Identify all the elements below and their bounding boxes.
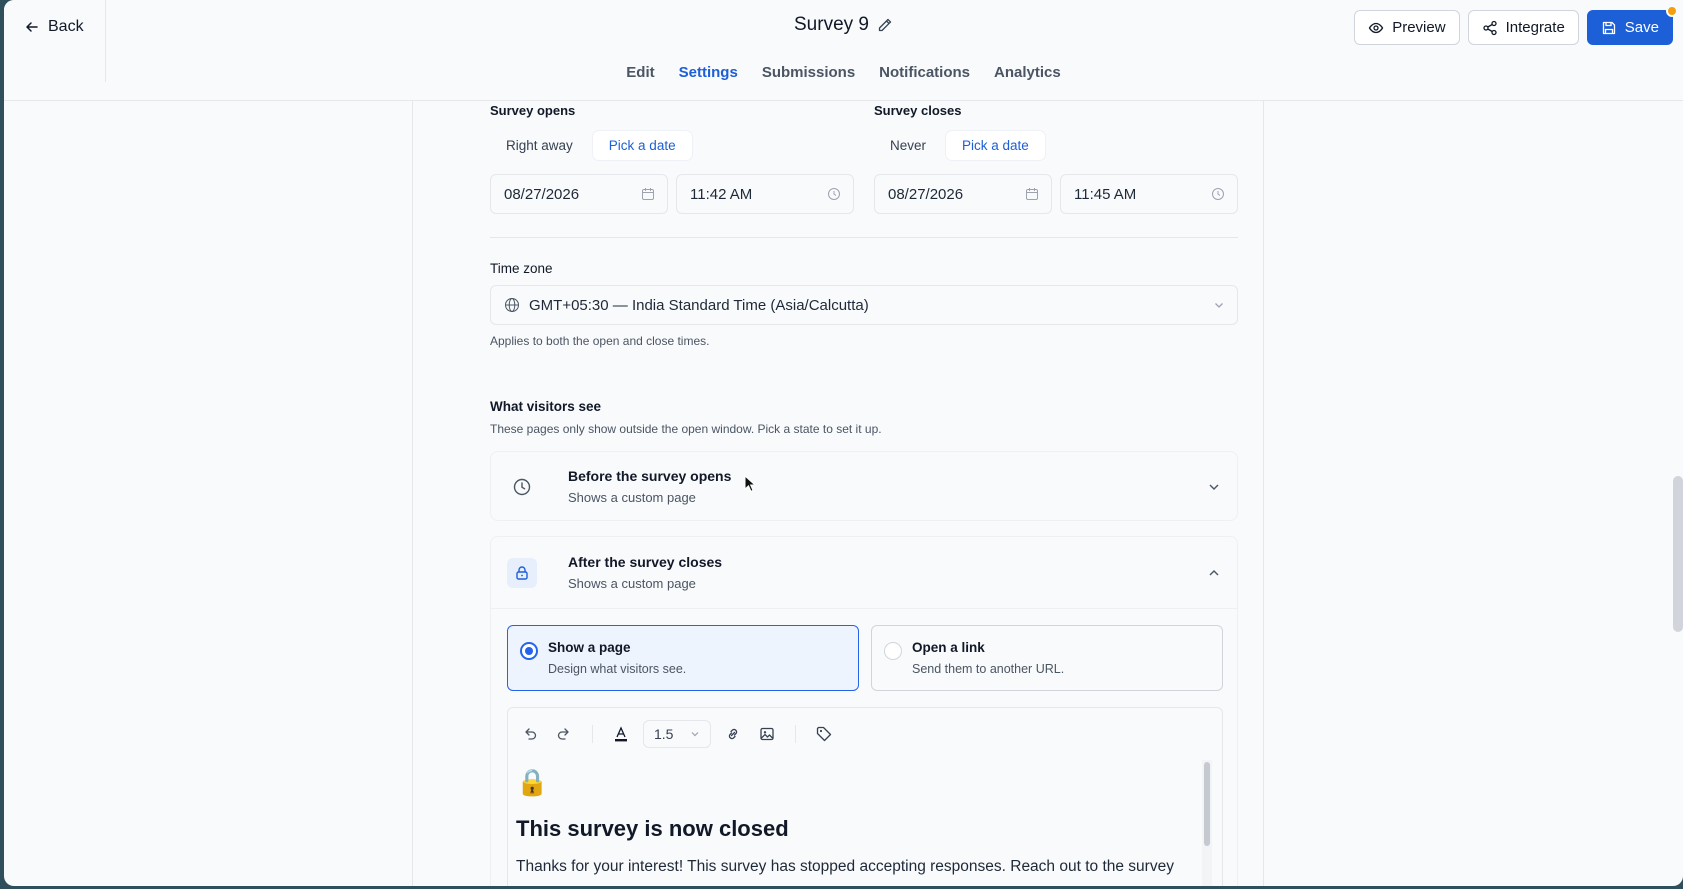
survey-closes-toggle: Never Pick a date <box>874 131 1238 160</box>
page-scrollbar[interactable] <box>1673 476 1683 632</box>
chevron-down-icon <box>691 732 699 737</box>
divider <box>490 237 1238 238</box>
clock-icon <box>1212 188 1224 200</box>
editor-scrollbar[interactable] <box>1202 760 1212 886</box>
globe-icon <box>505 298 519 312</box>
survey-title[interactable]: Survey 9 <box>794 14 869 36</box>
option-subtitle: Design what visitors see. <box>548 662 687 676</box>
preview-label: Preview <box>1392 19 1446 36</box>
before-opens-accordion[interactable]: Before the survey opens Shows a custom p… <box>490 451 1238 521</box>
app-window: Back Survey 9 Edit Settings Submissions … <box>4 0 1683 886</box>
tab-analytics[interactable]: Analytics <box>994 64 1061 81</box>
integrate-label: Integrate <box>1505 19 1565 36</box>
calendar-icon <box>642 188 654 200</box>
chevron-down-icon <box>1209 484 1219 490</box>
clock-icon <box>828 188 840 200</box>
tab-bar: Edit Settings Submissions Notifications … <box>4 64 1683 81</box>
survey-closes-section: Survey closes Never Pick a date 08/27/20… <box>874 103 1238 214</box>
chevron-down-icon <box>1215 303 1223 308</box>
tab-edit[interactable]: Edit <box>626 64 654 81</box>
option-right-away[interactable]: Right away <box>490 131 589 160</box>
after-closes-header[interactable]: After the survey closes Shows a custom p… <box>491 537 1237 609</box>
open-time-value: 11:42 AM <box>690 185 753 203</box>
save-button[interactable]: Save <box>1586 5 1678 45</box>
toolbar-divider <box>795 725 796 743</box>
column-border <box>1263 101 1264 886</box>
closed-heading: This survey is now closed <box>516 816 789 841</box>
integrate-button[interactable]: Integrate <box>1467 10 1579 45</box>
option-never[interactable]: Never <box>874 131 942 160</box>
timezone-value: GMT+05:30 — India Standard Time (Asia/Ca… <box>529 296 869 314</box>
open-date-value: 08/27/2026 <box>504 185 580 203</box>
timezone-section: Time zone GMT+05:30 — India Standard Tim… <box>490 261 1238 348</box>
top-bar: Back Survey 9 Edit Settings Submissions … <box>4 0 1683 101</box>
tab-notifications[interactable]: Notifications <box>879 64 970 81</box>
unsaved-indicator <box>1666 5 1678 17</box>
after-closes-subtitle: Shows a custom page <box>568 576 696 591</box>
close-date-field[interactable]: 08/27/2026 <box>874 174 1052 214</box>
chevron-up-icon <box>1209 569 1219 575</box>
option-title: Show a page <box>548 640 631 655</box>
open-date-field[interactable]: 08/27/2026 <box>490 174 668 214</box>
text-color-icon[interactable] <box>609 722 633 746</box>
option-open-a-link[interactable]: Open a link Send them to another URL. <box>871 625 1223 691</box>
closed-body: Thanks for your interest! This survey ha… <box>516 858 1174 875</box>
before-opens-subtitle: Shows a custom page <box>568 489 696 505</box>
preview-button[interactable]: Preview <box>1354 10 1460 45</box>
visitors-title: What visitors see <box>490 399 602 414</box>
undo-icon[interactable] <box>518 722 542 746</box>
header-actions: Preview Integrate Save <box>1354 5 1678 45</box>
option-title: Open a link <box>912 640 985 655</box>
timezone-label: Time zone <box>490 261 553 276</box>
close-time-field[interactable]: 11:45 AM <box>1060 174 1238 214</box>
timezone-help: Applies to both the open and close times… <box>490 334 710 348</box>
radio-open-a-link[interactable] <box>884 642 902 660</box>
option-show-a-page[interactable]: Show a page Design what visitors see. <box>507 625 859 691</box>
line-height-value: 1.5 <box>654 726 674 742</box>
survey-closes-label: Survey closes <box>874 103 962 118</box>
editor-scroll-thumb[interactable] <box>1204 762 1210 846</box>
visitors-description: These pages only show outside the open w… <box>490 422 882 436</box>
lock-icon <box>507 557 537 588</box>
option-pick-a-date[interactable]: Pick a date <box>592 131 692 160</box>
line-height-select[interactable]: 1.5 <box>643 720 711 748</box>
floppy-disk-icon <box>1602 21 1615 34</box>
visitors-section: What visitors see These pages only show … <box>490 399 1238 436</box>
timezone-select[interactable]: GMT+05:30 — India Standard Time (Asia/Ca… <box>490 285 1238 325</box>
open-time-field[interactable]: 11:42 AM <box>676 174 854 214</box>
survey-opens-label: Survey opens <box>490 103 576 118</box>
eye-icon <box>1368 22 1384 33</box>
share-icon <box>1482 20 1497 35</box>
clock-icon <box>507 472 537 502</box>
option-subtitle: Send them to another URL. <box>912 662 1065 676</box>
after-closes-title: After the survey closes <box>568 554 723 570</box>
image-icon[interactable] <box>755 722 779 746</box>
mouse-cursor-icon <box>744 475 756 492</box>
close-time-value: 11:45 AM <box>1074 185 1137 203</box>
toolbar-divider <box>592 725 593 743</box>
redo-icon[interactable] <box>552 722 576 746</box>
survey-opens-section: Survey opens Right away Pick a date 08/2… <box>490 103 854 214</box>
after-closes-accordion: After the survey closes Shows a custom p… <box>490 536 1238 886</box>
column-border <box>412 101 413 886</box>
link-icon[interactable] <box>721 722 745 746</box>
tab-submissions[interactable]: Submissions <box>762 64 855 81</box>
editor-canvas[interactable]: 🔒 This survey is now closed Thanks for y… <box>508 760 1222 886</box>
page-editor: 1.5 🔒 This survey is now closed Thanks f… <box>507 707 1223 886</box>
survey-opens-toggle: Right away Pick a date <box>490 131 854 160</box>
radio-show-a-page[interactable] <box>520 642 538 660</box>
save-label: Save <box>1624 19 1659 36</box>
close-date-value: 08/27/2026 <box>888 185 964 203</box>
before-opens-title: Before the survey opens <box>568 467 732 484</box>
emoji-lock: 🔒 <box>516 767 549 797</box>
editor-toolbar: 1.5 <box>508 708 1222 760</box>
calendar-icon <box>1026 188 1038 200</box>
pencil-icon[interactable] <box>877 17 893 33</box>
tab-settings[interactable]: Settings <box>679 64 738 81</box>
tag-icon[interactable] <box>812 722 836 746</box>
option-pick-a-date[interactable]: Pick a date <box>946 131 1045 160</box>
